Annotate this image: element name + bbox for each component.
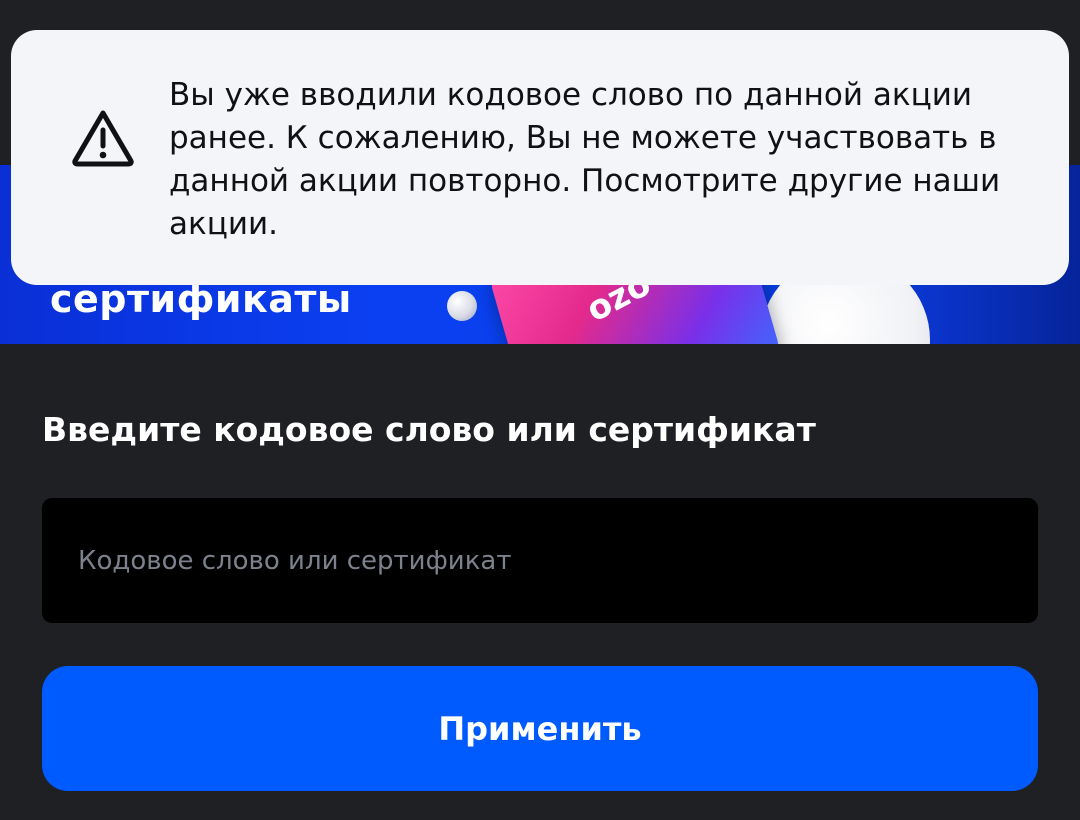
warning-icon [70, 108, 136, 168]
apply-button[interactable]: Применить [42, 666, 1038, 791]
banner-decoration-ball [447, 291, 477, 321]
form-title: Введите кодовое слово или сертификат [42, 410, 816, 449]
toast-message: Вы уже вводили кодовое слово по данной а… [169, 77, 1001, 242]
error-toast: Вы уже вводили кодовое слово по данной а… [11, 30, 1069, 285]
code-input[interactable] [42, 498, 1038, 623]
